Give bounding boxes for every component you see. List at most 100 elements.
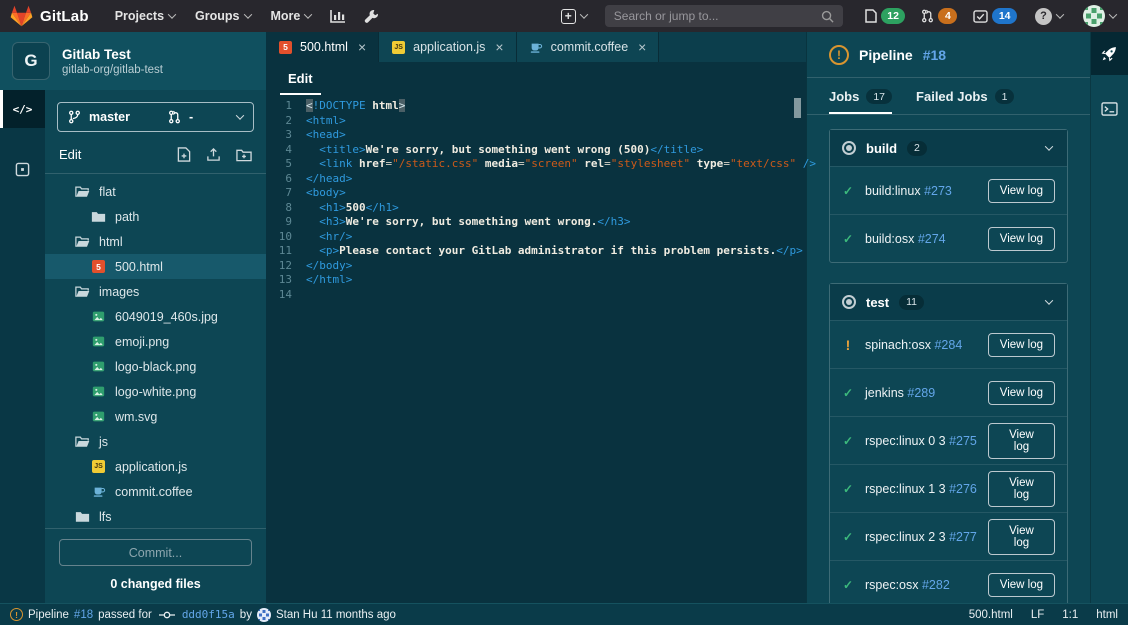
job-row-jenkins: ✓jenkins #289View log — [830, 368, 1067, 416]
close-tab-icon[interactable]: × — [358, 40, 366, 54]
view-log-button[interactable]: View log — [988, 573, 1055, 597]
close-tab-icon[interactable]: × — [495, 40, 503, 54]
commit-sha-link[interactable]: ddd0f15a — [182, 608, 235, 621]
editor-region: 5 500.html × JS application.js × commit.… — [266, 32, 806, 603]
help-menu[interactable]: ? — [1025, 0, 1073, 32]
job-id-link[interactable]: #277 — [949, 530, 977, 544]
editor-scrollbar[interactable] — [794, 98, 801, 118]
code-line: 1<!DOCTYPE html> — [266, 99, 806, 114]
tree-item-html[interactable]: html — [45, 229, 266, 254]
warning-exclamation-icon: ! — [842, 337, 854, 353]
code-line: 4 <title>We're sorry, but something went… — [266, 143, 806, 158]
activity-chart-icon[interactable] — [321, 0, 355, 32]
job-id-link[interactable]: #276 — [949, 482, 977, 496]
tree-item-label: html — [99, 235, 123, 249]
pipelines-panel-button[interactable] — [1091, 32, 1128, 75]
gitlab-logo[interactable]: GitLab — [10, 5, 89, 27]
issues-indicator[interactable]: 12 — [857, 8, 914, 24]
nav-more[interactable]: More — [261, 0, 322, 32]
close-tab-icon[interactable]: × — [638, 40, 646, 54]
stage-header-build[interactable]: build2 — [830, 130, 1067, 166]
sb-by-text: by — [240, 609, 252, 621]
tree-item-wm.svg[interactable]: wm.svg — [45, 404, 266, 429]
tree-item-logo-white.png[interactable]: logo-white.png — [45, 379, 266, 404]
job-name: rspec:linux 1 3 #276 — [865, 482, 977, 496]
tree-item-flat[interactable]: flat — [45, 179, 266, 204]
new-folder-icon[interactable] — [236, 148, 252, 162]
view-log-button[interactable]: View log — [988, 471, 1055, 507]
new-file-icon[interactable] — [177, 147, 191, 162]
tree-item-commit.coffee[interactable]: commit.coffee — [45, 479, 266, 504]
sb-language[interactable]: html — [1096, 609, 1118, 621]
chevron-down-icon — [168, 10, 176, 18]
upload-file-icon[interactable] — [206, 147, 221, 162]
view-log-button[interactable]: View log — [988, 227, 1055, 251]
review-mode-button[interactable] — [0, 150, 45, 188]
admin-wrench-icon[interactable] — [355, 0, 388, 32]
sb-file-name[interactable]: 500.html — [969, 609, 1013, 621]
commit-button[interactable]: Commit... — [59, 539, 252, 566]
tree-item-emoji.png[interactable]: emoji.png — [45, 329, 266, 354]
sb-pipeline-number-link[interactable]: #18 — [74, 609, 93, 621]
folder-open-icon — [75, 235, 90, 248]
job-id-link[interactable]: #274 — [918, 232, 946, 246]
view-log-button[interactable]: View log — [988, 519, 1055, 555]
tree-item-application.js[interactable]: JSapplication.js — [45, 454, 266, 479]
nav-projects[interactable]: Projects — [105, 0, 185, 32]
tree-item-6049019_460s.jpg[interactable]: 6049019_460s.jpg — [45, 304, 266, 329]
view-log-button[interactable]: View log — [988, 423, 1055, 459]
tab-jobs[interactable]: Jobs 17 — [829, 89, 892, 114]
tab-commit-coffee[interactable]: commit.coffee × — [517, 32, 660, 62]
tab-application-js[interactable]: JS application.js × — [379, 32, 516, 62]
merge-requests-indicator[interactable]: 4 — [913, 8, 965, 24]
stage-header-test[interactable]: test11 — [830, 284, 1067, 320]
edit-mode-button[interactable]: </> — [0, 90, 45, 128]
view-log-button[interactable]: View log — [988, 333, 1055, 357]
tree-item-path[interactable]: path — [45, 204, 266, 229]
job-id-link[interactable]: #273 — [924, 184, 952, 198]
job-id-link[interactable]: #289 — [907, 386, 935, 400]
tree-item-images[interactable]: images — [45, 279, 266, 304]
tab-failed-jobs[interactable]: Failed Jobs 1 — [916, 89, 1014, 114]
tree-item-logo-black.png[interactable]: logo-black.png — [45, 354, 266, 379]
sb-eol[interactable]: LF — [1031, 609, 1044, 621]
sb-cursor-position[interactable]: 1:1 — [1062, 609, 1078, 621]
code-line: 14 — [266, 288, 806, 303]
code-text: <title>We're sorry, but something went w… — [306, 143, 703, 158]
code-text: <link href="/static.css" media="screen" … — [306, 157, 816, 172]
top-navbar: GitLab Projects Groups More + 12 — [0, 0, 1128, 32]
view-log-button[interactable]: View log — [988, 381, 1055, 405]
branch-selector[interactable]: master - — [57, 102, 254, 132]
current-branch: master — [89, 110, 130, 124]
line-number: 3 — [266, 128, 306, 143]
job-id-link[interactable]: #282 — [922, 578, 950, 592]
tab-500-html[interactable]: 5 500.html × — [266, 32, 379, 62]
tab-edit-mode[interactable]: Edit — [280, 71, 321, 95]
pipeline-warning-icon: ! — [829, 45, 849, 65]
tree-item-lfs[interactable]: lfs — [45, 504, 266, 528]
code-line: 11 <p>Please contact your GitLab adminis… — [266, 244, 806, 259]
job-id-link[interactable]: #284 — [934, 338, 962, 352]
code-area[interactable]: 1<!DOCTYPE html>2<html>3<head>4 <title>W… — [266, 95, 806, 603]
search-input[interactable] — [614, 9, 821, 23]
pipeline-number-link[interactable]: #18 — [923, 47, 946, 63]
gitlab-web-ide: GitLab Projects Groups More + 12 — [0, 0, 1128, 625]
todos-indicator[interactable]: 14 — [965, 8, 1025, 24]
job-id-link[interactable]: #275 — [949, 434, 977, 448]
tree-item-500.html[interactable]: 5 500.html — [45, 254, 266, 279]
user-menu[interactable] — [1073, 0, 1118, 32]
tree-item-label: 500.html — [115, 260, 163, 274]
html-icon: 5 — [91, 260, 106, 273]
view-log-button[interactable]: View log — [988, 179, 1055, 203]
issues-count-badge: 12 — [881, 8, 906, 24]
nav-groups[interactable]: Groups — [185, 0, 260, 32]
coffee-icon — [91, 485, 106, 498]
new-menu[interactable]: + — [551, 0, 597, 32]
tree-item-js[interactable]: js — [45, 429, 266, 454]
code-line: 8 <h1>500</h1> — [266, 201, 806, 216]
terminal-panel-button[interactable] — [1091, 87, 1128, 130]
job-row-spinach:osx: !spinach:osx #284View log — [830, 320, 1067, 368]
project-header[interactable]: G Gitlab Test gitlab-org/gitlab-test — [0, 32, 266, 90]
success-check-icon: ✓ — [842, 482, 854, 496]
tree-item-label: commit.coffee — [115, 485, 193, 499]
